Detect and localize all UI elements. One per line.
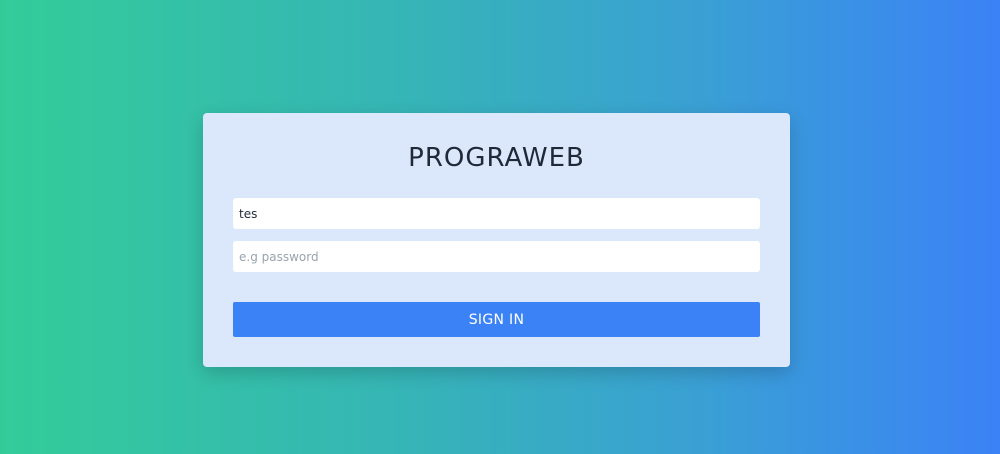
login-card: PROGRAWEB SIGN IN	[203, 113, 790, 367]
password-input[interactable]	[233, 241, 760, 272]
sign-in-button[interactable]: SIGN IN	[233, 302, 760, 337]
page-title: PROGRAWEB	[408, 143, 585, 173]
username-input[interactable]	[233, 198, 760, 229]
